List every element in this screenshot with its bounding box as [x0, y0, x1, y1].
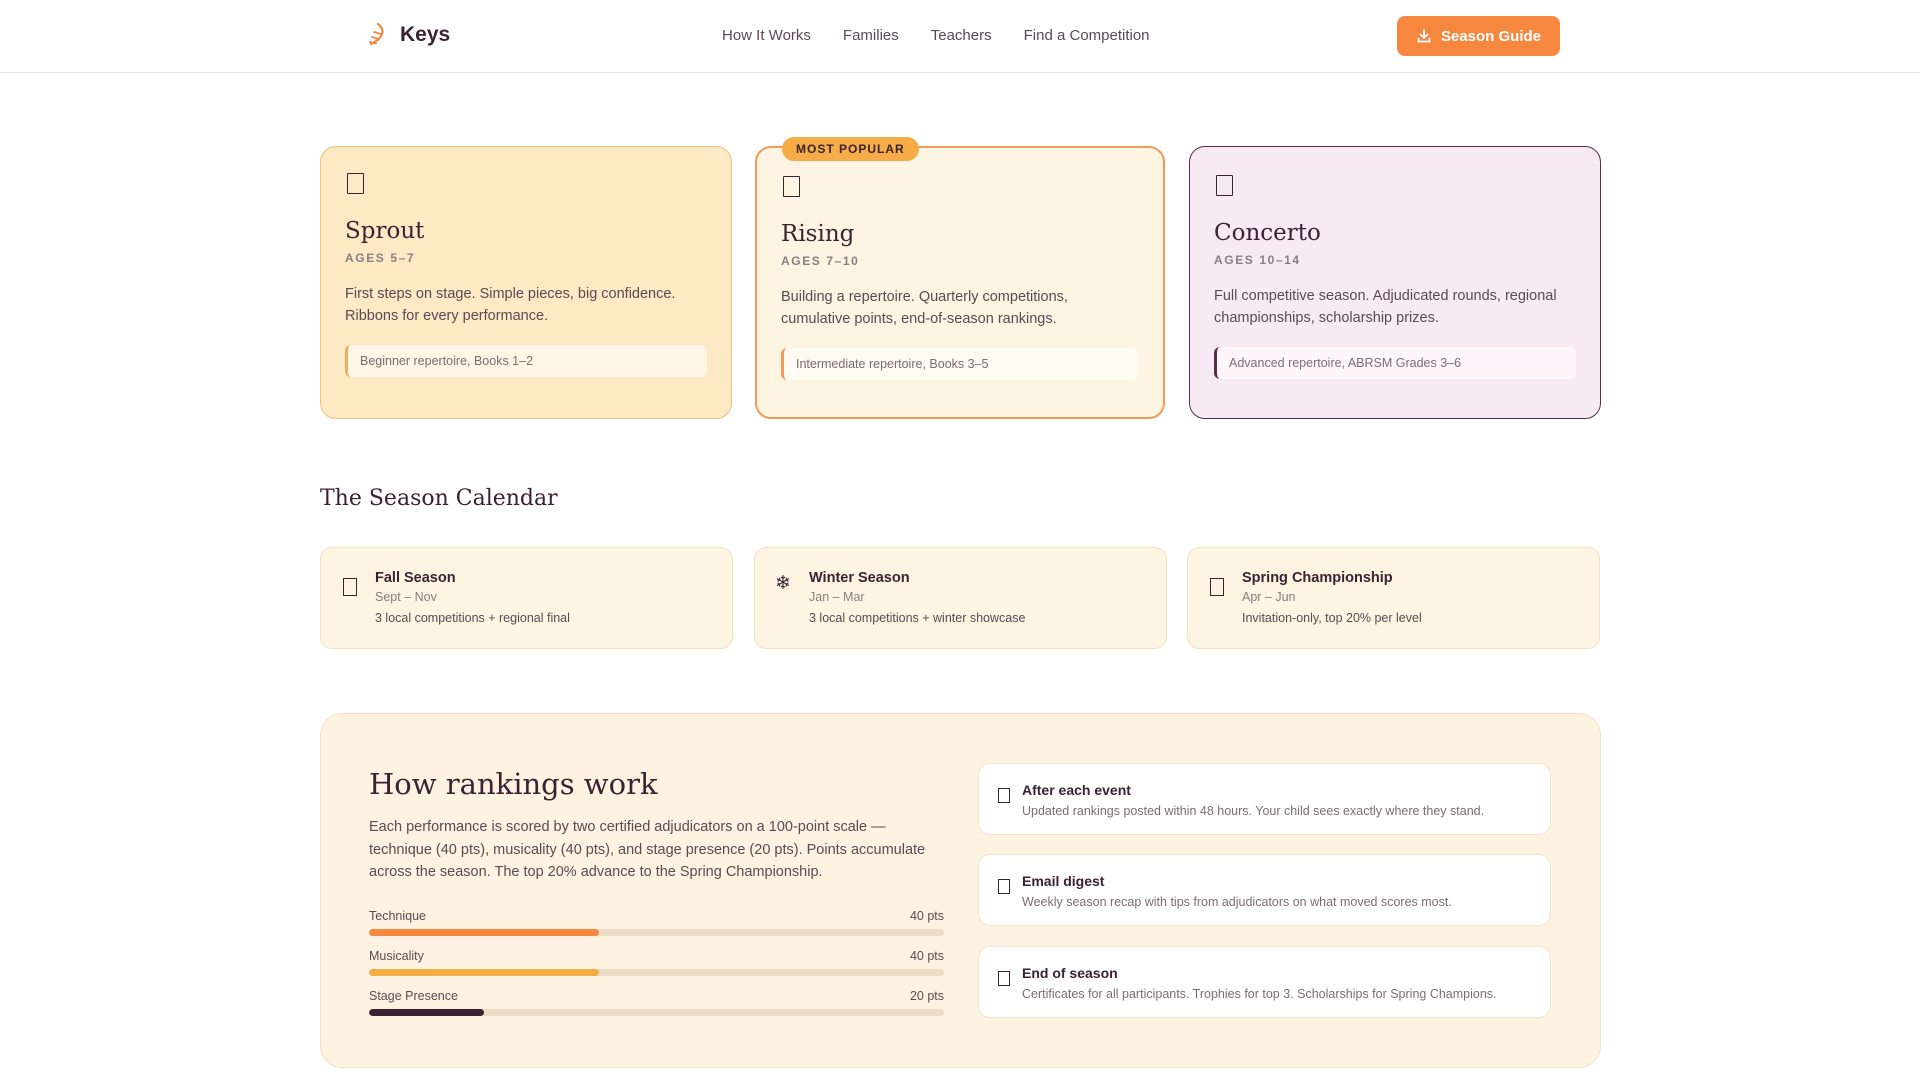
tier-card-sprout[interactable]: Sprout AGES 5–7 First steps on stage. Si… [320, 146, 732, 419]
score-bar-musicality: Musicality 40 pts [369, 949, 944, 976]
tier-description: Full competitive season. Adjudicated rou… [1214, 288, 1557, 326]
nav-how-it-works[interactable]: How It Works [722, 27, 811, 44]
update-card-email-digest: Email digest Weekly season recap with ti… [978, 854, 1551, 926]
update-text: Certificates for all participants. Troph… [1022, 987, 1497, 1001]
season-calendar-title: The Season Calendar [320, 486, 558, 511]
update-title: End of season [1022, 965, 1118, 981]
tier-repertoire: Intermediate repertoire, Books 3–5 [781, 348, 1139, 380]
rankings-panel: How rankings work Each performance is sc… [320, 713, 1601, 1068]
score-bar-points: 20 pts [909, 989, 944, 1003]
score-bar-label: Stage Presence [369, 989, 458, 1003]
season-card-winter: ❄ Winter Season Jan – Mar 3 local compet… [754, 547, 1167, 649]
tier-title: Concerto [1214, 220, 1321, 246]
nav-families[interactable]: Families [843, 27, 899, 44]
season-note: 3 local competitions + regional final [375, 611, 570, 625]
score-bar-fill [369, 929, 599, 936]
score-bar-stage-presence: Stage Presence 20 pts [369, 989, 944, 1016]
site-header: Keys How It Works Families Teachers Find… [0, 0, 1920, 73]
tier-ages: AGES 10–14 [1214, 253, 1301, 267]
score-bar-label: Musicality [369, 949, 424, 963]
season-guide-button[interactable]: Season Guide [1397, 16, 1560, 56]
season-note: 3 local competitions + winter showcase [809, 611, 1026, 625]
season-dates: Apr – Jun [1242, 590, 1296, 604]
score-bar-track [369, 969, 944, 976]
rankings-description: Each performance is scored by two certif… [369, 819, 926, 880]
tier-card-concerto[interactable]: Concerto AGES 10–14 Full competitive sea… [1189, 146, 1601, 419]
season-name: Fall Season [375, 570, 456, 586]
season-name: Winter Season [809, 570, 910, 586]
nav-teachers[interactable]: Teachers [931, 27, 992, 44]
score-bar-technique: Technique 40 pts [369, 909, 944, 936]
season-name: Spring Championship [1242, 570, 1393, 586]
brand[interactable]: Keys [366, 22, 450, 48]
tier-card-rising[interactable]: MOST POPULAR Rising AGES 7–10 Building a… [755, 137, 1165, 419]
season-dates: Sept – Nov [375, 590, 437, 604]
update-text: Updated rankings posted within 48 hours.… [1022, 804, 1485, 818]
score-bar-points: 40 pts [909, 909, 944, 923]
flower-icon [1210, 578, 1224, 596]
download-icon [1417, 29, 1431, 43]
tier-description: Building a repertoire. Quarterly competi… [781, 289, 1068, 327]
season-card-spring: Spring Championship Apr – Jun Invitation… [1187, 547, 1600, 649]
mail-icon [998, 879, 1010, 894]
tier-description: First steps on stage. Simple pieces, big… [345, 286, 676, 324]
season-card-fall: Fall Season Sept – Nov 3 local competiti… [320, 547, 733, 649]
rankings-title: How rankings work [369, 767, 658, 801]
update-card-after-each-event: After each event Updated rankings posted… [978, 763, 1551, 835]
tier-icon [1216, 175, 1233, 196]
score-bar-points: 40 pts [909, 949, 944, 963]
leaf-icon [343, 578, 357, 596]
nav-find-a-competition[interactable]: Find a Competition [1024, 27, 1150, 44]
tier-ages: AGES 7–10 [781, 254, 860, 268]
update-text: Weekly season recap with tips from adjud… [1022, 895, 1452, 909]
brand-name: Keys [400, 23, 451, 46]
update-title: Email digest [1022, 873, 1105, 889]
score-bar-fill [369, 1009, 484, 1016]
season-note: Invitation-only, top 20% per level [1242, 611, 1422, 625]
update-card-end-of-season: End of season Certificates for all parti… [978, 946, 1551, 1018]
update-title: After each event [1022, 782, 1131, 798]
tier-repertoire: Beginner repertoire, Books 1–2 [345, 345, 707, 377]
tier-title: Rising [781, 221, 855, 247]
tier-icon [347, 173, 364, 194]
score-bar-label: Technique [369, 909, 426, 923]
clock-icon [998, 788, 1010, 803]
score-bar-track [369, 929, 944, 936]
score-bar-track [369, 1009, 944, 1016]
most-popular-badge: MOST POPULAR [782, 137, 919, 161]
snowflake-icon: ❄ [775, 573, 791, 594]
music-note-logo-icon [369, 22, 384, 46]
main-nav: How It Works Families Teachers Find a Co… [722, 27, 1150, 44]
tier-ages: AGES 5–7 [345, 251, 416, 265]
tier-repertoire: Advanced repertoire, ABRSM Grades 3–6 [1214, 347, 1576, 379]
score-bar-fill [369, 969, 599, 976]
season-guide-label: Season Guide [1440, 27, 1542, 45]
season-dates: Jan – Mar [809, 590, 865, 604]
tier-icon [783, 176, 800, 197]
tier-title: Sprout [345, 218, 425, 244]
trophy-icon [998, 971, 1010, 986]
